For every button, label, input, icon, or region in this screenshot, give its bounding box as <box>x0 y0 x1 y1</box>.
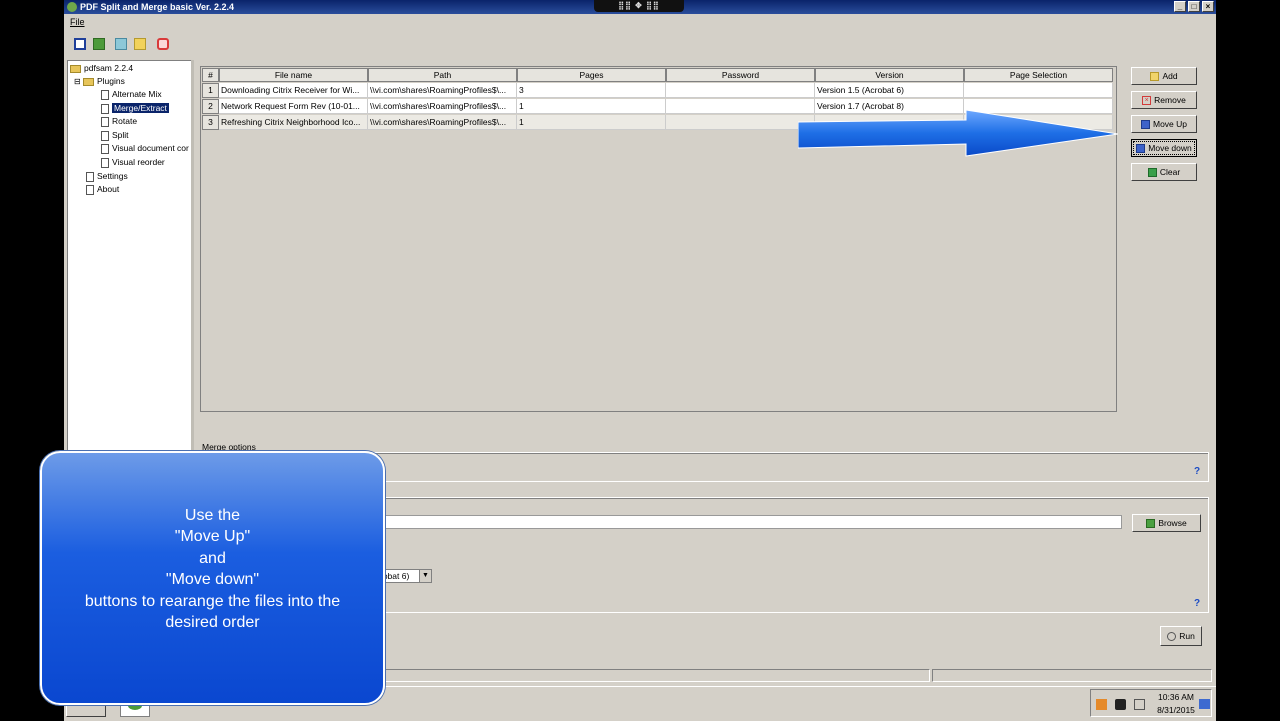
menu-bar: File <box>64 14 1216 30</box>
cell-password[interactable] <box>666 99 815 114</box>
callout-line: and <box>199 549 226 567</box>
remove-button[interactable]: × Remove <box>1131 91 1197 109</box>
arrow-up-icon <box>1140 120 1150 130</box>
load-environment-icon[interactable] <box>93 38 105 50</box>
instruction-callout: Use the "Move Up" and "Move down" button… <box>40 451 385 705</box>
add-button[interactable]: Add <box>1131 67 1197 85</box>
column-header-page-selection[interactable]: Page Selection <box>964 68 1113 82</box>
column-header-pages[interactable]: Pages <box>517 68 666 82</box>
progress-pane <box>932 669 1212 682</box>
callout-line: "Move Up" <box>174 528 251 546</box>
minimize-button[interactable]: _ <box>1174 1 1186 12</box>
gear-icon <box>1167 632 1177 642</box>
cell-password[interactable] <box>666 115 815 130</box>
add-file-icon <box>1150 72 1160 82</box>
clock-time[interactable]: 10:36 AM <box>1155 692 1197 702</box>
cell-version[interactable]: Version 1.5 (Acrobat 6) <box>815 83 964 98</box>
tray-app-icon[interactable] <box>1096 699 1107 710</box>
column-header-file-name[interactable]: File name <box>219 68 368 82</box>
show-desktop-icon[interactable] <box>1199 699 1210 709</box>
cell-file-name[interactable]: Downloading Citrix Receiver for Wi... <box>219 83 368 98</box>
title-bar: PDF Split and Merge basic Ver. 2.2.4 ⣿⣿ … <box>64 0 1216 14</box>
document-icon <box>101 130 109 141</box>
document-icon <box>101 103 109 114</box>
document-icon <box>86 171 94 182</box>
status-pane <box>384 669 930 682</box>
browse-button[interactable]: Browse <box>1132 514 1201 532</box>
tree-settings[interactable]: Settings <box>86 171 128 182</box>
folder-open-icon <box>82 77 94 86</box>
arrow-down-icon <box>1136 144 1146 154</box>
cell-path[interactable]: \\vi.com\shares\RoamingProfiles$\... <box>368 115 517 130</box>
close-button[interactable]: × <box>1202 1 1214 12</box>
row-number[interactable]: 1 <box>202 83 219 98</box>
folder-icon <box>70 64 81 73</box>
tree-item-rotate[interactable]: Rotate <box>101 116 137 127</box>
pdfsam-app-icon <box>67 2 77 12</box>
tree-root[interactable]: pdfsam 2.2.4 <box>70 63 133 73</box>
tree-item-visual-document-composer[interactable]: Visual document cor <box>101 143 189 154</box>
tree-item-visual-reorder[interactable]: Visual reorder <box>101 157 165 168</box>
clear-button[interactable]: Clear <box>1131 163 1197 181</box>
callout-line: "Move down" <box>165 571 260 589</box>
cell-pages[interactable]: 1 <box>517 99 666 114</box>
cell-pages[interactable]: 3 <box>517 83 666 98</box>
save-icon[interactable] <box>74 38 86 50</box>
maximize-button[interactable]: □ <box>1188 1 1200 12</box>
row-number[interactable]: 3 <box>202 115 219 130</box>
cell-path[interactable]: \\vi.com\shares\RoamingProfiles$\... <box>368 99 517 114</box>
row-number[interactable]: 2 <box>202 99 219 114</box>
remove-icon: × <box>1142 96 1152 106</box>
annotation-arrow <box>798 109 1118 157</box>
toolbar <box>64 30 1216 58</box>
chevron-down-icon[interactable]: ▼ <box>419 570 431 582</box>
menu-file[interactable]: File <box>70 17 85 27</box>
move-up-button[interactable]: Move Up <box>1131 115 1197 133</box>
folder-icon <box>1146 519 1156 529</box>
cell-pages[interactable]: 1 <box>517 115 666 130</box>
callout-line: buttons to rearange the files into the <box>84 592 341 610</box>
column-header-password[interactable]: Password <box>666 68 815 82</box>
tree-item-merge-extract[interactable]: Merge/Extract <box>101 103 169 114</box>
callout-line: desired order <box>165 614 260 632</box>
document-icon <box>101 157 109 168</box>
document-icon <box>101 143 109 154</box>
exit-icon[interactable] <box>157 38 169 50</box>
help-icon[interactable]: ? <box>1194 599 1204 609</box>
callout-line: Use the <box>184 507 241 524</box>
document-icon <box>86 184 94 195</box>
window-title: PDF Split and Merge basic Ver. 2.2.4 <box>80 2 235 12</box>
system-tray: 10:36 AM 8/31/2015 <box>1090 689 1212 717</box>
column-header-version[interactable]: Version <box>815 68 964 82</box>
run-button[interactable]: Run <box>1160 626 1202 646</box>
plugin-icon[interactable] <box>115 38 127 50</box>
cell-password[interactable] <box>666 83 815 98</box>
clock-date[interactable]: 8/31/2015 <box>1155 705 1197 715</box>
tray-network-icon[interactable] <box>1134 699 1145 710</box>
destination-file-input[interactable] <box>384 515 1122 529</box>
tree-item-alternate-mix[interactable]: Alternate Mix <box>101 89 162 100</box>
tree-item-split[interactable]: Split <box>101 130 129 141</box>
clear-environment-icon[interactable] <box>134 38 146 50</box>
cell-page-selection[interactable] <box>964 83 1113 98</box>
plugin-tree: pdfsam 2.2.4 ⊟ Plugins Alternate Mix Mer… <box>67 60 193 458</box>
tree-plugins[interactable]: ⊟ Plugins <box>74 76 125 86</box>
cell-file-name[interactable]: Refreshing Citrix Neighborhood Ico... <box>219 115 368 130</box>
column-header-path[interactable]: Path <box>368 68 517 82</box>
tree-about[interactable]: About <box>86 184 119 195</box>
tray-audio-icon[interactable] <box>1115 699 1126 710</box>
cell-path[interactable]: \\vi.com\shares\RoamingProfiles$\... <box>368 83 517 98</box>
clear-icon <box>1147 168 1157 178</box>
column-header-number[interactable]: # <box>202 68 219 82</box>
remote-session-bar[interactable]: ⣿⣿ ✥ ⣿⣿ <box>594 0 684 12</box>
help-icon[interactable]: ? <box>1194 467 1204 477</box>
document-icon <box>101 116 109 127</box>
cell-file-name[interactable]: Network Request Form Rev (10-01... <box>219 99 368 114</box>
move-down-button[interactable]: Move down <box>1131 139 1197 157</box>
document-icon <box>101 89 109 100</box>
